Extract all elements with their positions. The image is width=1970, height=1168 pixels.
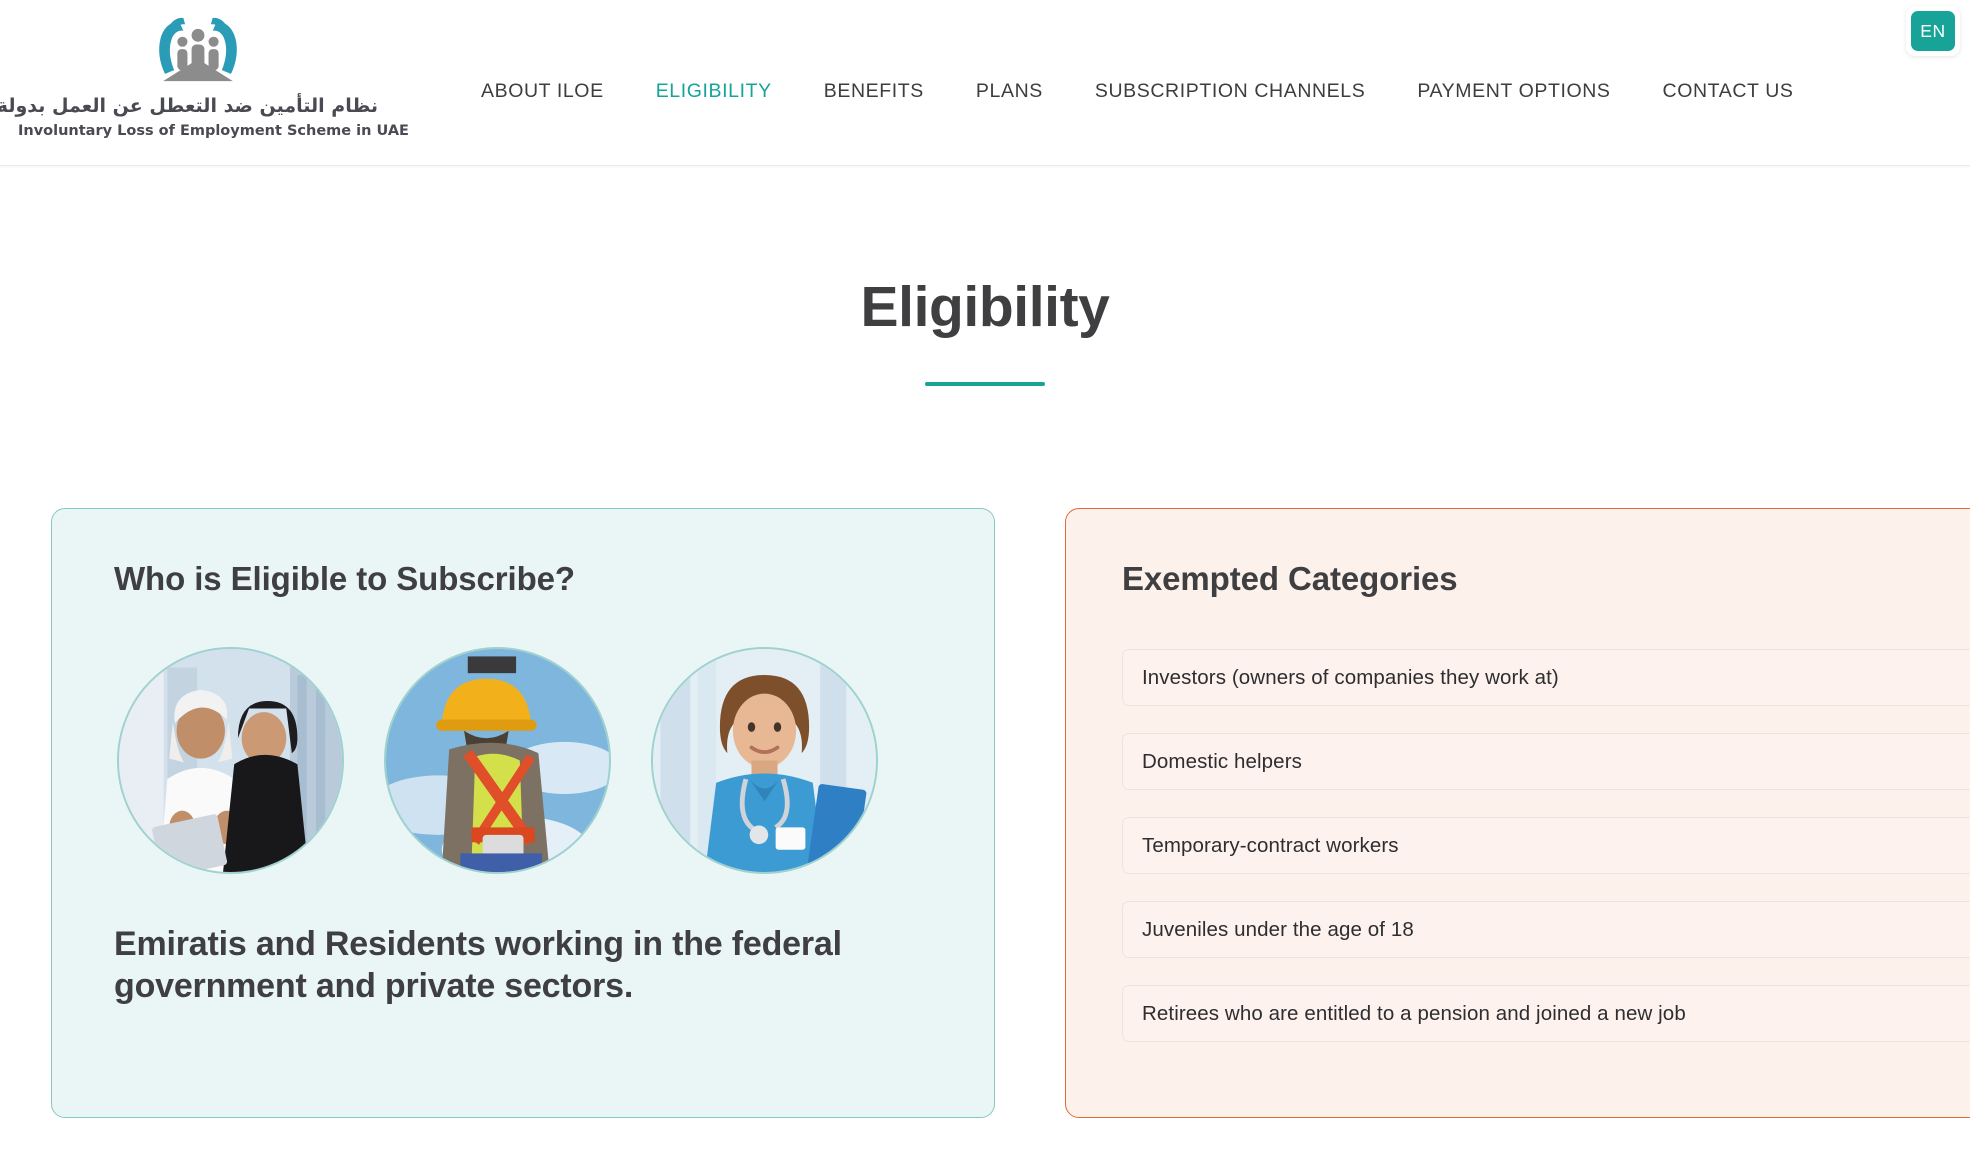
page-title-section: Eligibility: [0, 279, 1970, 386]
nav-item-about-iloe[interactable]: ABOUT ILOE: [455, 81, 630, 102]
eligible-photo-row: [114, 647, 932, 875]
nav-item-subscription-channels[interactable]: SUBSCRIPTION CHANNELS: [1069, 81, 1391, 102]
eligibility-card: Who is Eligible to Subscribe? Emiratis a…: [51, 508, 995, 1118]
nav-item-benefits[interactable]: BENEFITS: [798, 81, 950, 102]
list-item[interactable]: Temporary-contract workers: [1122, 817, 1970, 875]
photo-healthcare-nurse: [651, 647, 878, 875]
exempted-categories-card: Exempted Categories Investors (owners of…: [1065, 508, 1970, 1118]
site-header: نظام التأمين ضد التعطل عن العمل بدولة ال…: [0, 0, 1970, 166]
language-switch-label: EN: [1911, 11, 1955, 51]
language-switch-button[interactable]: EN: [1906, 6, 1960, 56]
eligibility-card-title: Who is Eligible to Subscribe?: [114, 560, 575, 597]
page-title: Eligibility: [860, 275, 1110, 339]
brand-arabic-text: نظام التأمين ضد التعطل عن العمل بدولة ال…: [0, 95, 378, 117]
photo-construction-worker: [384, 647, 611, 875]
eligibility-statement: Emiratis and Residents working in the fe…: [114, 925, 842, 1005]
list-item[interactable]: Juveniles under the age of 18: [1122, 901, 1970, 959]
hands-protecting-people-logo: [159, 17, 237, 82]
nav-item-contact-us[interactable]: CONTACT US: [1637, 81, 1820, 102]
list-item[interactable]: Domestic helpers: [1122, 733, 1970, 791]
main-navigation: ABOUT ILOE ELIGIBILITY BENEFITS PLANS SU…: [455, 81, 1820, 102]
nav-item-payment-options[interactable]: PAYMENT OPTIONS: [1391, 81, 1636, 102]
title-underline-accent: [925, 382, 1045, 386]
nav-item-plans[interactable]: PLANS: [950, 81, 1069, 102]
list-item[interactable]: Investors (owners of companies they work…: [1122, 649, 1970, 707]
exempted-card-title: Exempted Categories: [1122, 560, 1458, 597]
list-item[interactable]: Retirees who are entitled to a pension a…: [1122, 985, 1970, 1043]
nav-item-eligibility[interactable]: ELIGIBILITY: [630, 81, 798, 102]
photo-emirati-business-couple: [117, 647, 344, 875]
brand-logo-block[interactable]: نظام التأمين ضد التعطل عن العمل بدولة ال…: [0, 4, 409, 141]
content-cards-area: Who is Eligible to Subscribe? Emiratis a…: [0, 508, 1970, 1128]
exempted-categories-list: Investors (owners of companies they work…: [1122, 649, 1970, 1043]
brand-english-text: Involuntary Loss of Employment Scheme in…: [18, 122, 409, 139]
